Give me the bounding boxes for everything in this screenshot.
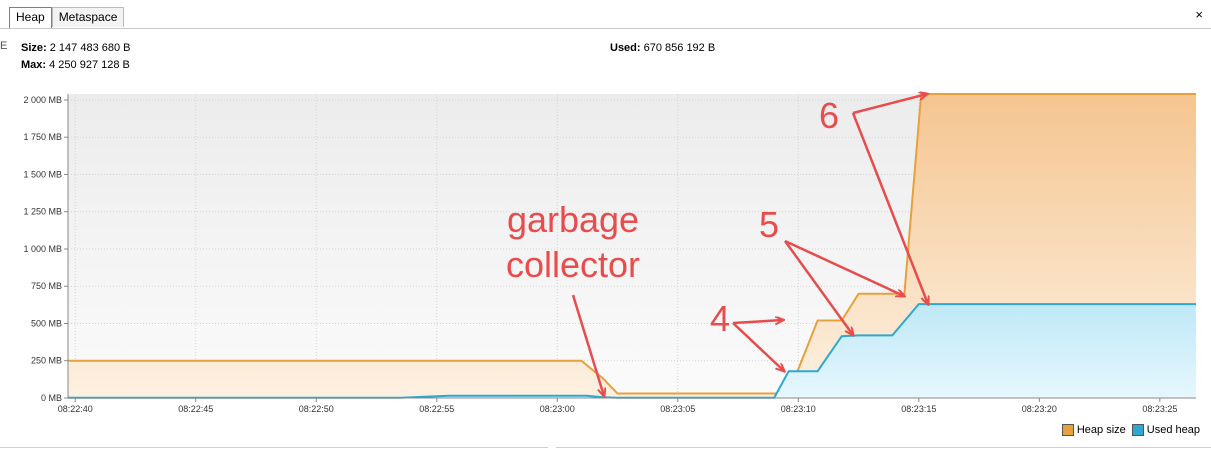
tab-heap[interactable]: Heap (9, 7, 52, 28)
used-value: 670 856 192 B (643, 42, 716, 54)
x-tick-label: 08:23:15 (901, 404, 936, 414)
y-tick-label: 0 MB (41, 393, 62, 403)
legend-label-used-heap: Used heap (1146, 424, 1200, 436)
x-tick-label: 08:23:00 (540, 404, 575, 414)
stats-size-max: Size: 2 147 483 680 B Max: 4 250 927 128… (21, 40, 131, 74)
y-tick-label: 2 000 MB (23, 95, 62, 105)
x-tick-label: 08:22:40 (58, 404, 93, 414)
x-tick-label: 08:23:25 (1142, 404, 1177, 414)
y-tick-label: 500 MB (31, 318, 62, 328)
y-tick-label: 1 500 MB (23, 169, 62, 179)
tab-bar: Heap Metaspace × (0, 0, 1211, 29)
annotation-gc-line1: garbage (507, 199, 639, 240)
used-stat: Used: 670 856 192 B (610, 40, 715, 57)
x-tick-label: 08:23:20 (1022, 404, 1057, 414)
heap-chart: 0 MB 250 MB 500 MB 750 MB 1 000 MB 1 250 MB 1 … (23, 84, 1196, 414)
max-stat: Max: 4 250 927 128 B (21, 57, 131, 74)
y-tick-label: 1 750 MB (23, 132, 62, 142)
used-label: Used: (610, 42, 641, 54)
tab-metaspace[interactable]: Metaspace (51, 7, 125, 27)
x-tick-label: 08:22:55 (419, 404, 454, 414)
annotation-4: 4 (710, 298, 730, 339)
chart-legend: Heap size Used heap (1061, 424, 1200, 436)
x-tick-label: 08:22:45 (178, 404, 213, 414)
bottom-divider-right (556, 447, 1211, 448)
y-tick-label: 750 MB (31, 281, 62, 291)
x-tick-label: 08:22:50 (299, 404, 334, 414)
stats-used: Used: 670 856 192 B (610, 40, 715, 57)
x-tick-label: 08:23:05 (660, 404, 695, 414)
y-tick-label: 1 250 MB (23, 207, 62, 217)
legend-item-used-heap: Used heap (1131, 424, 1200, 436)
tab-strip: Heap Metaspace (9, 7, 125, 28)
bottom-divider-left (0, 447, 548, 448)
y-tick-label: 1 000 MB (23, 244, 62, 254)
annotation-gc-line2: collector (506, 244, 640, 285)
left-edge-marker: E (0, 40, 8, 52)
size-value: 2 147 483 680 B (49, 42, 131, 54)
legend-swatch-heap-size (1061, 424, 1074, 436)
size-label: Size: (21, 42, 47, 54)
x-tick-label: 08:23:10 (781, 404, 816, 414)
legend-swatch-used-heap (1131, 424, 1144, 436)
legend-label-heap-size: Heap size (1076, 424, 1126, 436)
legend-item-heap-size: Heap size (1061, 424, 1126, 436)
annotation-5: 5 (759, 204, 779, 245)
close-icon[interactable]: × (1195, 8, 1203, 22)
max-value: 4 250 927 128 B (49, 59, 130, 71)
annotation-6: 6 (819, 95, 839, 136)
y-tick-label: 250 MB (31, 356, 62, 366)
max-label: Max: (21, 59, 47, 71)
size-stat: Size: 2 147 483 680 B (21, 40, 131, 57)
